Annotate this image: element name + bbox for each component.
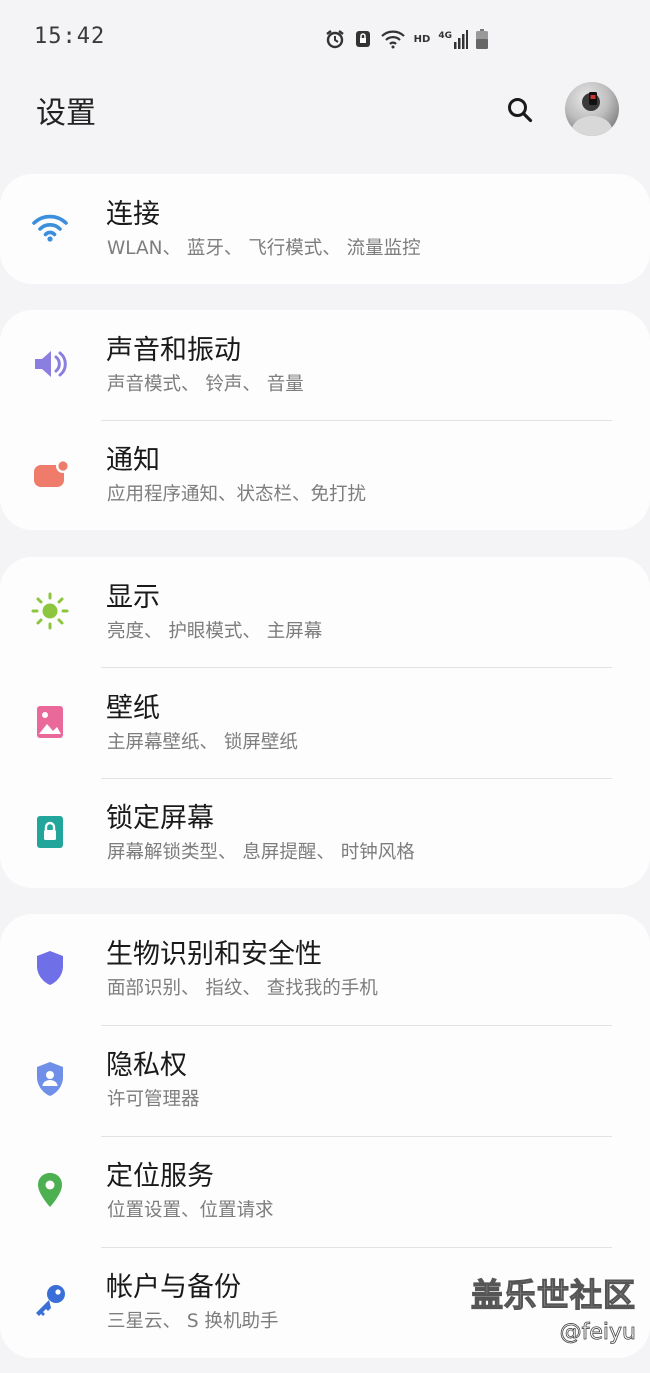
header: 设置 <box>0 70 650 160</box>
item-subtitle: 屏幕解锁类型、 息屏提醒、 时钟风格 <box>107 842 415 863</box>
wifi-icon <box>30 208 70 248</box>
watermark: 盖乐世社区 @feiyu <box>470 1270 636 1346</box>
item-subtitle: 主屏幕壁纸、 锁屏壁纸 <box>107 732 298 753</box>
shield-icon <box>30 948 70 988</box>
item-subtitle: 三星云、 S 换机助手 <box>107 1311 279 1332</box>
settings-group-sound: 声音和振动 声音模式、 铃声、 音量 通知 应用程序通知、状态栏、免打扰 <box>0 310 650 530</box>
item-subtitle: WLAN、 蓝牙、 飞行模式、 流量监控 <box>107 238 421 259</box>
lock-icon <box>30 812 70 852</box>
settings-item-connections[interactable]: 连接 WLAN、 蓝牙、 飞行模式、 流量监控 <box>0 174 650 284</box>
page-title: 设置 <box>36 96 96 131</box>
settings-item-privacy[interactable]: 隐私权 许可管理器 <box>0 1025 650 1135</box>
wallpaper-icon <box>30 702 70 742</box>
item-title: 显示 <box>106 582 160 613</box>
settings-item-sound[interactable]: 声音和振动 声音模式、 铃声、 音量 <box>0 310 650 420</box>
search-icon <box>508 98 533 123</box>
item-title: 帐户与备份 <box>106 1272 241 1303</box>
settings-group-connections: 连接 WLAN、 蓝牙、 飞行模式、 流量监控 <box>0 174 650 284</box>
item-subtitle: 许可管理器 <box>107 1089 200 1110</box>
search-button[interactable] <box>502 92 538 128</box>
settings-group-display: 显示 亮度、 护眼模式、 主屏幕 壁纸 主屏幕壁纸、 锁屏壁纸 锁定屏幕 屏幕解… <box>0 557 650 888</box>
settings-item-lock-screen[interactable]: 锁定屏幕 屏幕解锁类型、 息屏提醒、 时钟风格 <box>0 778 650 888</box>
item-title: 通知 <box>106 445 160 476</box>
status-icons: HD 4G <box>324 28 488 50</box>
wifi-status-icon <box>380 29 406 49</box>
watermark-community: 盖乐世社区 <box>470 1275 636 1314</box>
settings-item-notifications[interactable]: 通知 应用程序通知、状态栏、免打扰 <box>0 420 650 530</box>
brightness-icon <box>30 591 70 631</box>
network-type: 4G <box>438 31 452 41</box>
item-title: 壁纸 <box>106 693 160 724</box>
item-subtitle: 面部识别、 指纹、 查找我的手机 <box>107 978 378 999</box>
key-icon <box>30 1281 70 1321</box>
notification-icon <box>30 454 70 494</box>
status-time: 15:42 <box>34 24 106 49</box>
settings-item-wallpaper[interactable]: 壁纸 主屏幕壁纸、 锁屏壁纸 <box>0 668 650 778</box>
avatar[interactable] <box>565 82 619 136</box>
item-title: 隐私权 <box>106 1050 187 1081</box>
secure-folder-icon <box>354 29 372 49</box>
item-subtitle: 位置设置、位置请求 <box>107 1200 274 1221</box>
item-subtitle: 应用程序通知、状态栏、免打扰 <box>107 484 367 505</box>
location-icon <box>30 1170 70 1210</box>
settings-item-location[interactable]: 定位服务 位置设置、位置请求 <box>0 1136 650 1246</box>
item-title: 锁定屏幕 <box>106 803 214 834</box>
privacy-icon <box>30 1059 70 1099</box>
alarm-icon <box>324 28 346 50</box>
status-bar: 15:42 HD 4G <box>0 0 650 70</box>
item-title: 生物识别和安全性 <box>106 939 322 970</box>
item-subtitle: 声音模式、 铃声、 音量 <box>107 374 304 395</box>
hd-indicator: HD <box>413 33 431 45</box>
settings-item-biometrics[interactable]: 生物识别和安全性 面部识别、 指纹、 查找我的手机 <box>0 914 650 1024</box>
volume-icon <box>30 344 70 384</box>
item-subtitle: 亮度、 护眼模式、 主屏幕 <box>107 621 323 642</box>
item-title: 连接 <box>106 199 160 230</box>
settings-item-display[interactable]: 显示 亮度、 护眼模式、 主屏幕 <box>0 557 650 667</box>
item-title: 声音和振动 <box>106 335 241 366</box>
signal-icon <box>454 29 468 49</box>
item-title: 定位服务 <box>106 1161 214 1192</box>
watermark-user: @feiyu <box>559 1320 636 1346</box>
battery-icon <box>476 29 488 49</box>
